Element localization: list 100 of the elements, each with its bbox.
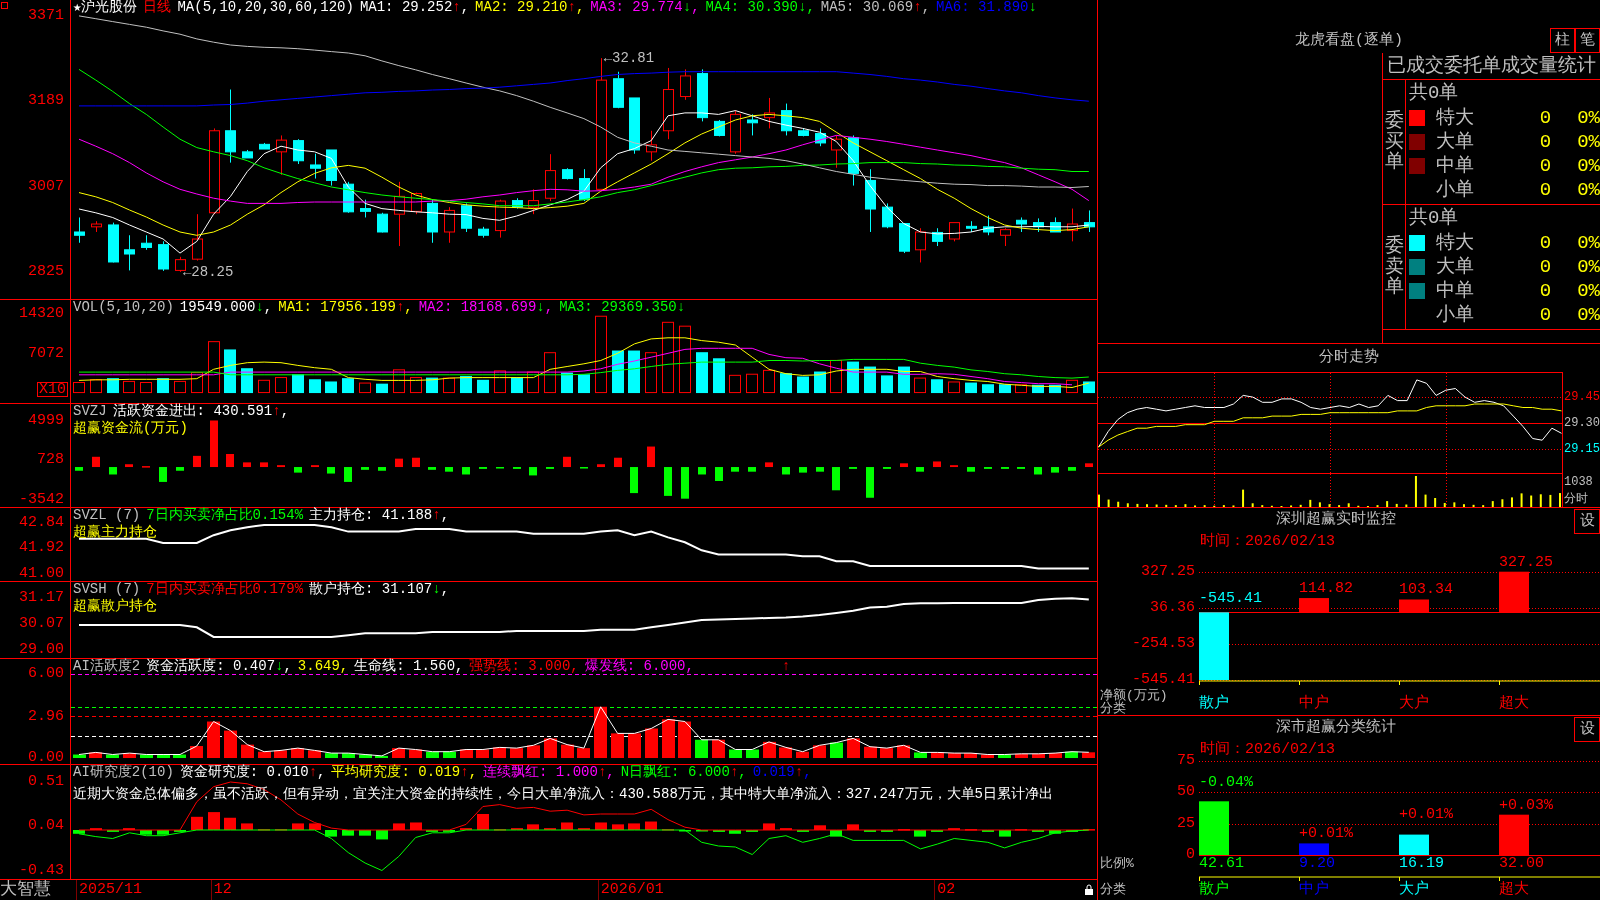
indicator-reading: 0.019↑,: [752, 765, 812, 780]
indicator-caption: 超赢主力持仓: [73, 524, 157, 540]
indicator-reading: 日线: [143, 0, 172, 15]
indicator-reading: 主力持仓: 41.188↑,: [309, 508, 450, 523]
order-size-label: 小单: [1436, 304, 1474, 326]
indicator-reading: AI活跃度2: [73, 659, 141, 674]
timestamp-label: 时间：2026/02/13: [1200, 741, 1335, 758]
total-label: 共0单: [1409, 207, 1459, 229]
indicator-reading: SVZL (7): [73, 508, 141, 523]
indicator-reading: MA(5,10,20,30,60,120): [177, 0, 354, 15]
panel-title: 龙虎看盘(逐单): [1295, 32, 1403, 51]
axis-tick-label: 29.15: [1564, 441, 1600, 456]
axis-tick-label: 327.25: [1141, 563, 1195, 580]
axis-tick-label: 6.00: [28, 666, 64, 683]
axis-tick-label: 3189: [28, 93, 64, 110]
group-label: 委卖单: [1384, 235, 1404, 299]
date-label: 02: [934, 880, 956, 900]
indicator-reading: 散户持仓: 31.107↓,: [309, 582, 450, 597]
value-label: -545.41: [1199, 591, 1262, 607]
order-count: 0: [1539, 304, 1552, 326]
axis-tick-label: 728: [37, 452, 64, 469]
category-label: 大户: [1399, 696, 1429, 712]
group-label: 委买单: [1384, 110, 1404, 174]
date-label: 2025/11: [76, 880, 142, 900]
order-count: 0: [1539, 280, 1552, 302]
indicator-reading: 强势线: 3.000,: [469, 659, 579, 674]
panel-title: 分时走势: [1319, 349, 1379, 367]
indicator-reading: 生命线: 1.560,: [354, 659, 464, 674]
order-count: 0: [1539, 155, 1552, 177]
axis-tick-label: 0.00: [28, 750, 64, 766]
axis-tick-label: 30.07: [19, 616, 64, 633]
category-label: 中户: [1299, 882, 1329, 898]
order-size-label: 特大: [1436, 232, 1474, 254]
indicator-reading: VOL(5,10,20): [73, 300, 174, 315]
value-label: 16.19: [1399, 856, 1444, 872]
axis-tick-label: 29.45: [1564, 390, 1600, 405]
indicator-reading: 7日内买卖净占比0.154%: [146, 508, 304, 523]
change-label: +0.03%: [1499, 797, 1553, 814]
axis-tick-label: 75: [1177, 752, 1195, 769]
order-count: 0: [1539, 179, 1552, 201]
analysis-text: 近期大资金总体偏多，虽不活跃，但有异动，宜关注大资金的持续性，今日大单净流入：430.588万元，其中特大单净流入：327.247万元，大单5日累计净出: [73, 786, 1054, 802]
order-percent: 0%: [1577, 131, 1600, 153]
total-label: 共0单: [1409, 82, 1459, 104]
category-label: 超大: [1499, 696, 1529, 712]
indicator-reading: MA5: 30.069↑,: [820, 0, 931, 15]
axis-tick-label: 0.51: [28, 773, 64, 790]
value-label: 9.20: [1299, 856, 1335, 872]
category-label: 中户: [1299, 696, 1329, 712]
panel-title: 深市超赢分类统计: [1276, 719, 1396, 737]
value-label: 103.34: [1399, 582, 1453, 599]
change-label: -0.04%: [1199, 775, 1253, 791]
change-label: +0.01%: [1299, 826, 1353, 843]
indicator-reading: MA4: 30.390↓,: [705, 0, 815, 15]
axis-tick-label: -0.43: [19, 862, 64, 879]
axis-tick-label: 42.84: [19, 515, 64, 532]
axis-title: 比例%: [1100, 857, 1134, 870]
order-percent: 0%: [1577, 256, 1600, 278]
indicator-reading: N日飘红: 6.000↑,: [620, 765, 747, 780]
panel-title: 深圳超赢实时监控: [1276, 511, 1396, 529]
indicator-reading: MA3: 29.774↓,: [590, 0, 700, 15]
category-label: 散户: [1199, 882, 1229, 898]
value-label: 42.61: [1199, 856, 1244, 872]
timestamp-label: 时间：2026/02/13: [1200, 533, 1335, 550]
axis-title: 净额(万元): [1100, 689, 1168, 702]
axis-tick-label: -3542: [19, 492, 64, 508]
axis-tick-label: 25: [1177, 815, 1195, 832]
indicator-reading: 活跃资金进出: 430.591↑,: [112, 404, 290, 419]
axis-tick-label: 3007: [28, 178, 64, 195]
indicator-caption: 超赢散户持仓: [73, 598, 157, 614]
order-size-label: 大单: [1436, 131, 1474, 153]
category-label: 超大: [1499, 882, 1529, 898]
brand-label: 大智慧: [0, 880, 51, 899]
price-extreme-label: ←28.25: [182, 264, 234, 279]
indicator-reading: MA1: 29.252↑,: [359, 0, 470, 15]
indicator-reading: SVSH (7): [73, 582, 141, 597]
axis-tick-label: -545.41: [1132, 672, 1195, 688]
value-label: 32.00: [1499, 856, 1544, 872]
price-extreme-label: ←32.81: [603, 51, 655, 66]
axis-tick-label: 7072: [28, 346, 64, 362]
order-size-label: 特大: [1436, 107, 1474, 129]
indicator-reading: MA2: 29.210↑,: [475, 0, 585, 15]
axis-tick-label: 2.96: [28, 708, 64, 725]
axis-label: 1038: [1564, 475, 1593, 489]
table-title: 已成交委托单成交量统计: [1387, 55, 1596, 77]
axis-tick-label: 0.04: [28, 818, 64, 835]
order-size-label: 小单: [1436, 179, 1474, 201]
axis-tick-label: 3371: [28, 7, 64, 24]
indicator-reading: 连续飘红: 1.000↑,: [483, 765, 615, 780]
order-count: 0: [1539, 131, 1552, 153]
axis-tick-label: 0: [1186, 847, 1195, 863]
order-percent: 0%: [1577, 107, 1600, 129]
category-label: 散户: [1199, 696, 1229, 712]
order-percent: 0%: [1577, 280, 1600, 302]
order-size-label: 中单: [1436, 280, 1474, 302]
category-label: 大户: [1399, 882, 1429, 898]
order-count: 0: [1539, 232, 1552, 254]
axis-title: 分类: [1100, 702, 1126, 715]
axis-tick-label: 36.36: [1150, 599, 1195, 616]
indicator-reading: MA3: 29369.350↓: [559, 300, 686, 315]
axis-tick-label: 41.92: [19, 540, 64, 557]
